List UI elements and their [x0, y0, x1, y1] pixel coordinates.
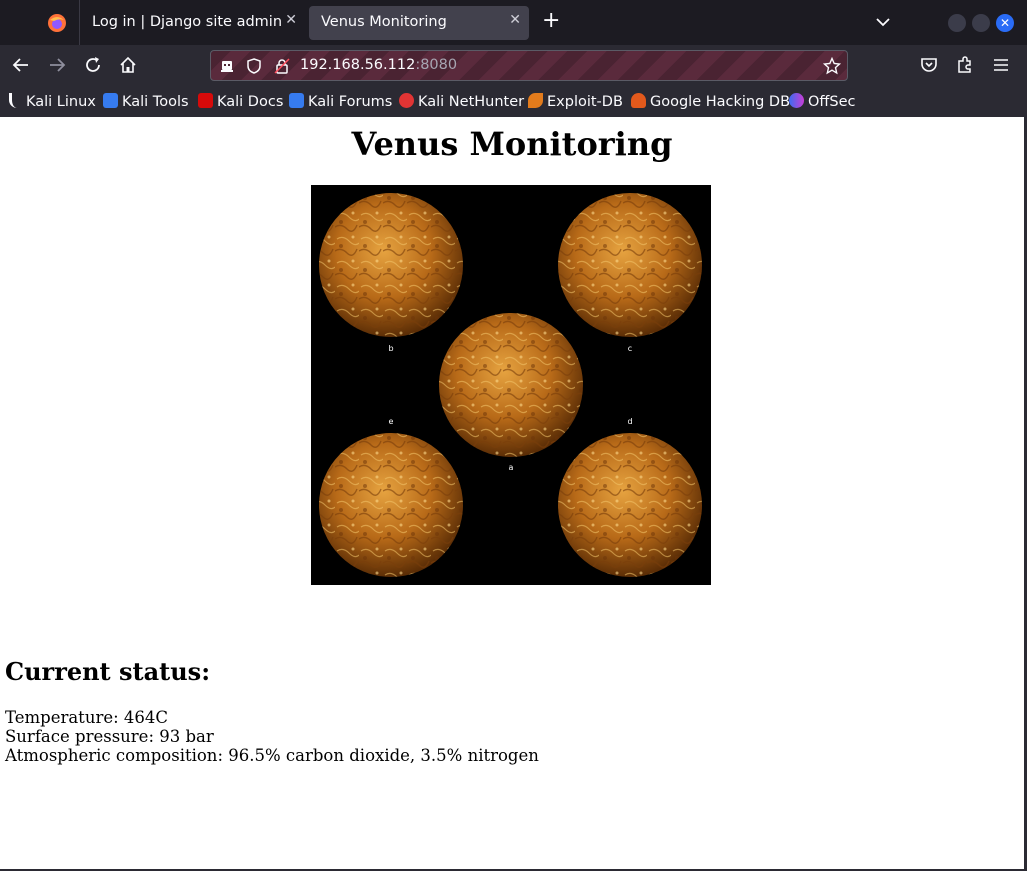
venus-globe-c — [558, 193, 702, 337]
chevron-down-icon[interactable] — [875, 14, 891, 30]
venus-globe-e — [319, 433, 463, 577]
insecure-lock-icon[interactable] — [274, 58, 290, 74]
page-content: Venus Monitoring b c a e d Current statu… — [0, 117, 1024, 869]
bookmark-label: Kali Tools — [122, 94, 189, 110]
kali-forums-icon — [289, 93, 304, 108]
bookmark-kali-forums[interactable]: Kali Forums — [289, 93, 392, 110]
globe-label-d: d — [627, 417, 632, 426]
url-text: 192.168.56.112:8080 — [300, 57, 457, 73]
venus-globes-image: b c a e d — [311, 185, 711, 585]
bookmark-label: Kali NetHunter — [418, 94, 525, 110]
window-close-button[interactable]: ✕ — [996, 14, 1014, 32]
kali-docs-icon — [198, 93, 213, 108]
url-host: 192.168.56.112 — [300, 57, 416, 73]
address-bar[interactable]: 192.168.56.112:8080 — [210, 50, 848, 81]
bookmarks-toolbar: Kali Linux Kali Tools Kali Docs Kali For… — [0, 85, 1027, 117]
menu-hamburger-icon[interactable] — [991, 55, 1011, 75]
new-tab-button[interactable]: + — [542, 10, 560, 32]
globe-label-b: b — [388, 344, 393, 353]
bookmark-star-icon[interactable] — [823, 57, 841, 75]
exploit-db-icon — [528, 93, 543, 108]
kali-nethunter-icon — [399, 93, 414, 108]
page-title: Venus Monitoring — [351, 125, 673, 163]
bookmark-label: Kali Docs — [217, 94, 284, 110]
bookmark-kali-linux[interactable]: Kali Linux — [9, 93, 96, 110]
bookmark-label: Kali Forums — [308, 94, 393, 110]
bookmark-label: OffSec — [808, 94, 856, 110]
bookmark-label: Exploit-DB — [547, 94, 623, 110]
venus-globe-a — [439, 313, 583, 457]
extensions-icon[interactable] — [955, 55, 975, 75]
venus-globe-d — [558, 433, 702, 577]
bookmark-kali-docs[interactable]: Kali Docs — [198, 93, 283, 110]
bookmark-kali-nethunter[interactable]: Kali NetHunter — [399, 93, 524, 110]
globe-label-e: e — [389, 417, 394, 426]
home-icon[interactable] — [118, 55, 138, 75]
tab-label: Venus Monitoring — [321, 14, 447, 30]
status-pressure: Surface pressure: 93 bar — [5, 727, 214, 746]
kali-tools-icon — [103, 93, 118, 108]
bookmark-offsec[interactable]: OffSec — [789, 93, 856, 110]
globe-label-c: c — [628, 344, 632, 353]
venus-globe-b — [319, 193, 463, 337]
shield-icon[interactable] — [246, 58, 262, 74]
bookmark-exploit-db[interactable]: Exploit-DB — [528, 93, 623, 110]
tab-bar: Log in | Django site admin ✕ Venus Monit… — [0, 0, 1027, 45]
forward-arrow-icon[interactable] — [47, 55, 67, 75]
url-port: :8080 — [415, 57, 458, 73]
tab-label: Log in | Django site admin — [92, 14, 283, 30]
pocket-icon[interactable] — [919, 55, 939, 75]
nav-toolbar: 192.168.56.112:8080 — [0, 45, 1027, 85]
tab-close-icon[interactable]: ✕ — [509, 12, 521, 28]
firefox-icon[interactable] — [46, 12, 68, 34]
bookmark-kali-tools[interactable]: Kali Tools — [103, 93, 189, 110]
ghdb-icon — [631, 93, 646, 108]
browser-chrome: Log in | Django site admin ✕ Venus Monit… — [0, 0, 1027, 117]
kali-dragon-icon — [9, 93, 22, 108]
minimize-button[interactable] — [948, 14, 966, 32]
tab-venus-monitoring[interactable]: Venus Monitoring ✕ — [309, 6, 529, 40]
back-arrow-icon[interactable] — [11, 55, 31, 75]
reload-icon[interactable] — [83, 55, 103, 75]
robot-icon — [221, 61, 233, 72]
bookmark-label: Kali Linux — [26, 94, 96, 110]
globe-label-a: a — [509, 463, 514, 472]
maximize-button[interactable] — [972, 14, 990, 32]
offsec-icon — [789, 93, 804, 108]
tab-close-icon[interactable]: ✕ — [285, 12, 297, 28]
bookmark-label: Google Hacking DB — [650, 94, 791, 110]
bookmark-google-hacking-db[interactable]: Google Hacking DB — [631, 93, 790, 110]
status-atmosphere: Atmospheric composition: 96.5% carbon di… — [5, 746, 539, 765]
status-heading: Current status: — [5, 657, 211, 686]
tab-django-admin[interactable]: Log in | Django site admin ✕ — [80, 6, 305, 40]
status-temperature: Temperature: 464C — [5, 708, 169, 727]
